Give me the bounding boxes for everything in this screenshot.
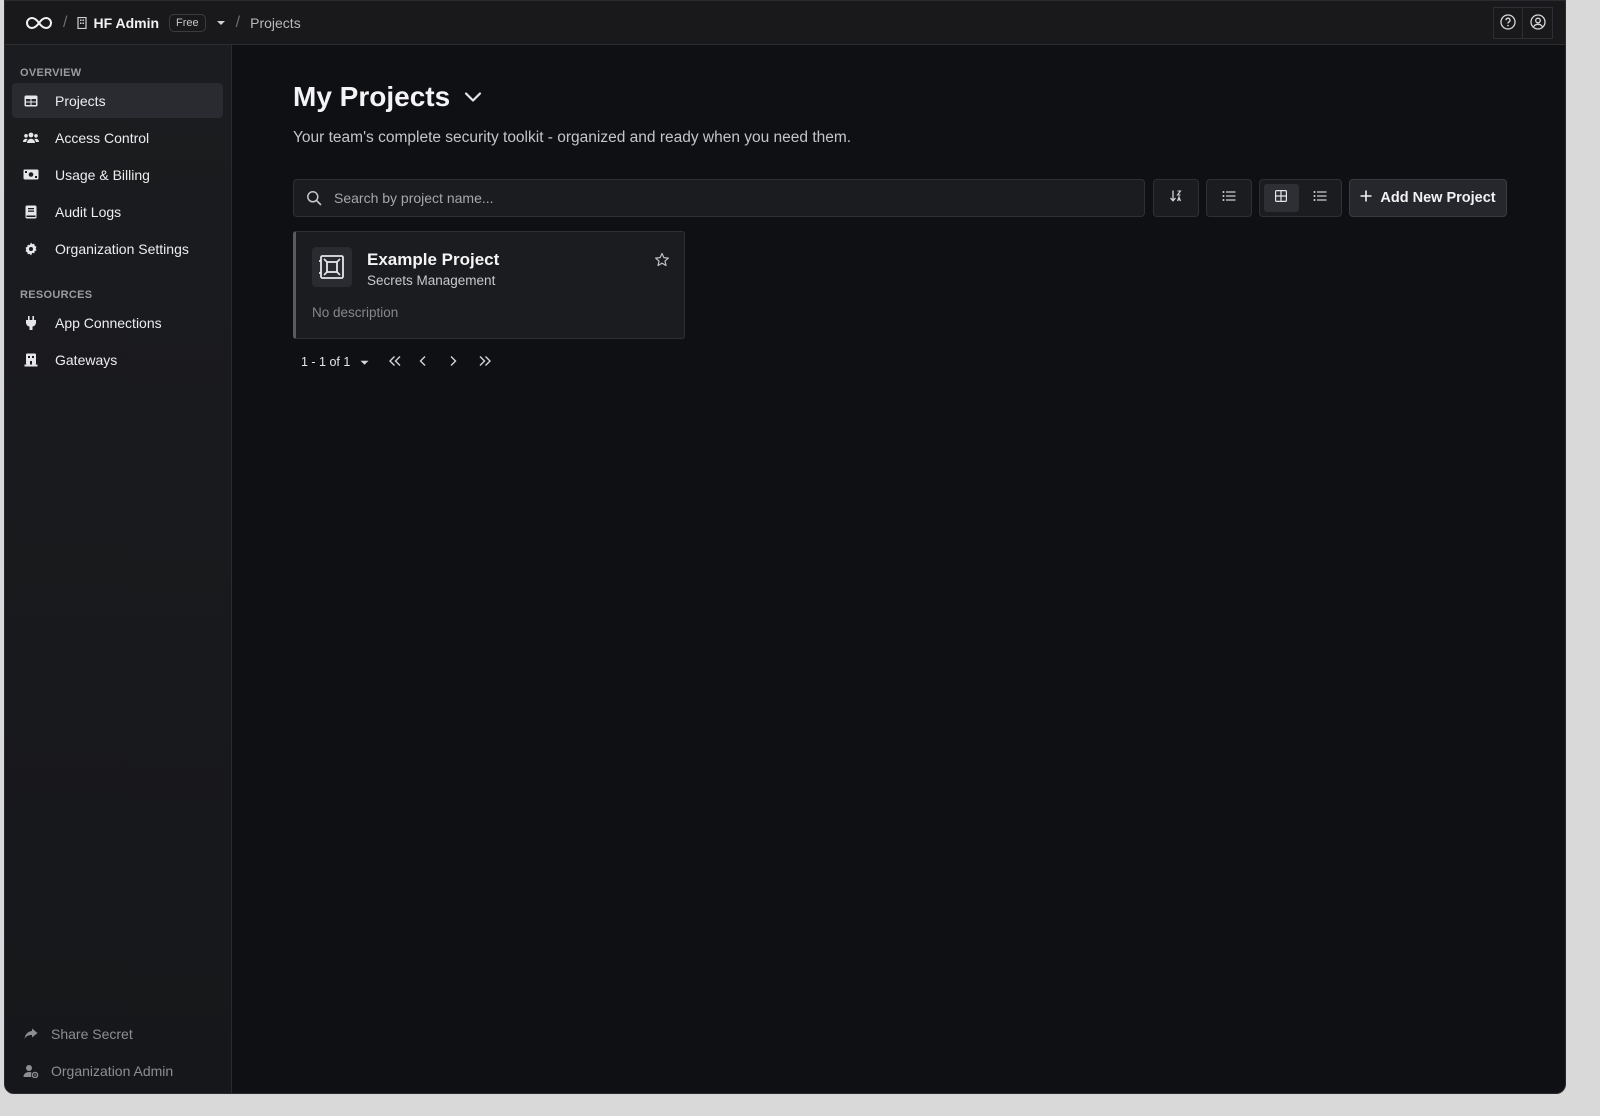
chevron-down-icon[interactable] xyxy=(464,91,482,103)
add-project-button[interactable]: Add New Project xyxy=(1349,179,1507,217)
search-icon xyxy=(306,190,322,206)
account-button[interactable] xyxy=(1523,7,1553,39)
filter-list-button[interactable] xyxy=(1206,179,1252,217)
chevron-down-icon xyxy=(360,355,369,369)
next-page-button[interactable] xyxy=(443,352,463,372)
project-type: Secrets Management xyxy=(367,273,496,288)
chevron-down-icon[interactable] xyxy=(216,20,226,26)
sidebar-item-label: Audit Logs xyxy=(55,203,122,220)
table-icon xyxy=(23,93,39,109)
building-icon xyxy=(77,16,88,29)
sidebar-item-organization-admin[interactable]: Organization Admin xyxy=(12,1056,173,1086)
sidebar-item-label: Usage & Billing xyxy=(55,166,150,183)
sidebar: OVERVIEW Projects Access Control Usage &… xyxy=(5,45,232,1093)
app-window: / HF Admin Free / Projects OVERVIEW Proj… xyxy=(4,0,1566,1094)
sidebar-item-share-secret[interactable]: Share Secret xyxy=(12,1019,133,1049)
chevrons-right-icon xyxy=(478,355,492,370)
search-input[interactable] xyxy=(334,190,1114,206)
org-switcher[interactable]: HF Admin Free xyxy=(77,13,206,32)
project-name: Example Project xyxy=(367,250,500,269)
org-name[interactable]: HF Admin xyxy=(93,15,159,31)
grid-icon xyxy=(1275,189,1288,207)
sidebar-item-label: Gateways xyxy=(55,351,118,368)
sidebar-item-gateways[interactable]: Gateways xyxy=(12,342,223,377)
user-gear-icon xyxy=(23,1063,39,1079)
sidebar-item-app-connections[interactable]: App Connections xyxy=(12,305,223,340)
plug-icon xyxy=(23,315,39,331)
sort-icon xyxy=(1169,189,1183,208)
money-bill-icon xyxy=(23,167,39,183)
pagination: 1 - 1 of 1 xyxy=(293,351,495,373)
sidebar-item-label: Share Secret xyxy=(51,1026,133,1042)
search-box[interactable] xyxy=(293,179,1145,217)
sidebar-item-label: Organization Admin xyxy=(51,1063,174,1079)
chevron-left-icon xyxy=(419,355,427,370)
title-row: My Projects xyxy=(293,81,482,113)
first-page-button[interactable] xyxy=(385,352,405,372)
chevrons-left-icon xyxy=(388,355,402,370)
top-actions xyxy=(1493,7,1553,39)
project-card[interactable]: Example Project Secrets Management No de… xyxy=(293,231,685,339)
project-description: No description xyxy=(312,305,399,320)
pagination-range: 1 - 1 of 1 xyxy=(301,355,351,369)
building-icon xyxy=(23,352,39,368)
add-project-label: Add New Project xyxy=(1380,190,1496,206)
book-icon xyxy=(23,204,39,220)
view-toggle-group xyxy=(1259,179,1342,217)
page-subtitle: Your team's complete security toolkit - … xyxy=(293,129,852,146)
breadcrumb-projects[interactable]: Projects xyxy=(250,15,301,31)
sidebar-section-overview: OVERVIEW xyxy=(20,67,82,79)
user-circle-icon xyxy=(1529,13,1546,33)
sidebar-section-resources: RESOURCES xyxy=(20,289,93,301)
prev-page-button[interactable] xyxy=(413,352,433,372)
sidebar-item-label: Organization Settings xyxy=(55,240,189,257)
sidebar-item-projects[interactable]: Projects xyxy=(12,83,223,118)
plus-icon xyxy=(1360,190,1372,206)
gear-icon xyxy=(23,241,39,257)
page-size-selector[interactable]: 1 - 1 of 1 xyxy=(301,355,369,369)
sidebar-item-organization-settings[interactable]: Organization Settings xyxy=(12,231,223,266)
top-bar: / HF Admin Free / Projects xyxy=(5,1,1565,45)
sidebar-item-access-control[interactable]: Access Control xyxy=(12,120,223,155)
sidebar-item-label: Access Control xyxy=(55,129,150,146)
breadcrumb-separator: / xyxy=(63,13,68,31)
list-icon xyxy=(1222,189,1236,207)
main-content: My Projects Your team's complete securit… xyxy=(293,45,1565,1093)
users-icon xyxy=(23,130,39,146)
project-toolbar: Add New Project xyxy=(293,179,1507,217)
page-title: My Projects xyxy=(293,81,451,112)
sort-button[interactable] xyxy=(1153,179,1199,217)
vault-icon xyxy=(312,247,352,287)
help-circle-icon xyxy=(1500,13,1516,33)
sidebar-item-audit-logs[interactable]: Audit Logs xyxy=(12,194,223,229)
last-page-button[interactable] xyxy=(475,352,495,372)
plan-badge: Free xyxy=(169,13,206,32)
list-icon xyxy=(1313,189,1327,207)
chevron-right-icon xyxy=(449,355,457,370)
infinity-icon[interactable] xyxy=(25,15,53,31)
star-icon[interactable] xyxy=(654,252,670,268)
grid-view-button[interactable] xyxy=(1264,184,1299,212)
share-icon xyxy=(23,1026,39,1042)
help-button[interactable] xyxy=(1493,7,1523,39)
breadcrumb-separator: / xyxy=(235,13,241,31)
sidebar-item-label: Projects xyxy=(55,92,106,109)
sidebar-item-usage-billing[interactable]: Usage & Billing xyxy=(12,157,223,192)
sidebar-item-label: App Connections xyxy=(55,314,162,331)
list-view-button[interactable] xyxy=(1303,184,1338,212)
